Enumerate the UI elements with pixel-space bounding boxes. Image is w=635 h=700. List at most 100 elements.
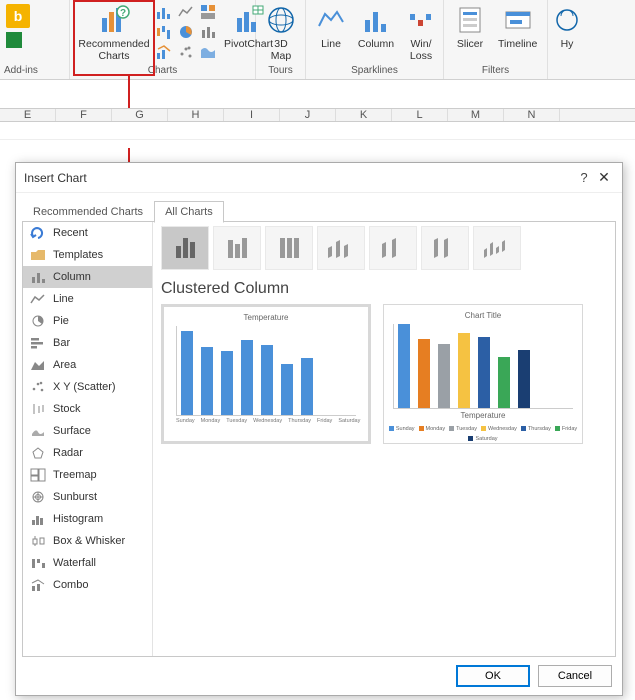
column-header[interactable]: H — [168, 109, 224, 121]
chart-category-waterfall[interactable]: Waterfall — [23, 552, 152, 574]
people-graph-icon[interactable] — [6, 32, 22, 48]
column-header[interactable]: I — [224, 109, 280, 121]
chart-preview-plot — [176, 326, 356, 416]
slicer-button[interactable]: Slicer — [448, 2, 492, 52]
subtype-stacked-column[interactable] — [213, 226, 261, 270]
statistic-dropdown-icon[interactable] — [200, 24, 216, 40]
ribbon-group-links: Hy — [548, 0, 586, 79]
line-chart-dropdown-icon[interactable] — [178, 4, 194, 20]
waterfall-icon — [29, 556, 47, 570]
column-header[interactable]: L — [392, 109, 448, 121]
column-chart-dropdown-icon[interactable] — [156, 4, 172, 20]
chart-category-line[interactable]: Line — [23, 288, 152, 310]
chart-preview-1[interactable]: TemperatureSundayMondayTuesdayWednesdayT… — [161, 304, 371, 444]
hierarchy-dropdown-icon[interactable] — [200, 4, 216, 20]
chart-bar — [398, 324, 410, 408]
chart-bar — [478, 337, 490, 407]
dialog-help-button[interactable]: ? — [574, 170, 594, 185]
chart-category-box[interactable]: Box & Whisker — [23, 530, 152, 552]
waterfall-dropdown-icon[interactable] — [156, 24, 172, 40]
chart-bar — [301, 358, 313, 415]
chart-category-label: Column — [53, 271, 91, 283]
chart-category-label: Bar — [53, 337, 70, 349]
histogram-icon — [29, 512, 47, 526]
pie-dropdown-icon[interactable] — [178, 24, 194, 40]
chart-subtype-row — [161, 226, 607, 270]
chart-category-label: Histogram — [53, 513, 103, 525]
chart-category-label: Templates — [53, 249, 103, 261]
subtype-3d-clustered-column[interactable] — [317, 226, 365, 270]
chart-category-histogram[interactable]: Histogram — [23, 508, 152, 530]
area-icon — [29, 358, 47, 372]
tab-all-charts[interactable]: All Charts — [154, 201, 224, 223]
radar-icon — [29, 446, 47, 460]
sparkline-column-button[interactable]: Column — [352, 2, 400, 64]
chart-preview-legend: SundayMondayTuesdayWednesdayThursdayFrid… — [388, 426, 578, 442]
recommended-charts-button[interactable]: ? Recommended Charts — [74, 2, 154, 64]
combo-dropdown-icon[interactable] — [156, 44, 172, 60]
chart-category-scatter[interactable]: X Y (Scatter) — [23, 376, 152, 398]
column-header[interactable]: N — [504, 109, 560, 121]
subtype-3d-100-stacked-column[interactable] — [421, 226, 469, 270]
chart-preview-xlabel: Temperature — [461, 411, 506, 420]
scatter-dropdown-icon[interactable] — [178, 44, 194, 60]
chart-category-pie[interactable]: Pie — [23, 310, 152, 332]
3d-map-button[interactable]: 3D Map — [260, 2, 302, 64]
bing-icon[interactable]: b — [6, 4, 30, 28]
chart-category-label: Recent — [53, 227, 88, 239]
tab-recommended-charts[interactable]: Recommended Charts — [22, 201, 154, 223]
chart-category-stock[interactable]: Stock — [23, 398, 152, 420]
column-header[interactable]: F — [56, 109, 112, 121]
sparkline-winloss-icon — [405, 4, 437, 36]
ribbon-tours-label: Tours — [260, 65, 301, 77]
chart-bar — [241, 340, 253, 415]
chart-bar — [418, 339, 430, 407]
hyperlink-button[interactable]: Hy — [552, 2, 582, 52]
3d-map-label: 3D Map — [271, 38, 291, 62]
column-headers: EFGHIJKLMN — [0, 109, 635, 122]
cancel-button[interactable]: Cancel — [538, 665, 612, 687]
chart-bar — [201, 347, 213, 415]
chart-category-treemap[interactable]: Treemap — [23, 464, 152, 486]
column-header[interactable]: K — [336, 109, 392, 121]
subtype-100-stacked-column[interactable] — [265, 226, 313, 270]
dialog-title: Insert Chart — [24, 171, 574, 185]
column-header[interactable]: M — [448, 109, 504, 121]
chart-preview-2[interactable]: Chart TitleTemperatureSundayMondayTuesda… — [383, 304, 583, 444]
dialog-title-bar[interactable]: Insert Chart ? ✕ — [16, 163, 622, 193]
ok-button[interactable]: OK — [456, 665, 530, 687]
subtype-clustered-column[interactable] — [161, 226, 209, 270]
subtype-3d-column[interactable] — [473, 226, 521, 270]
column-header[interactable]: J — [280, 109, 336, 121]
globe-icon — [265, 4, 297, 36]
recommended-charts-label: Recommended Charts — [78, 38, 149, 62]
chart-preview-categories: SundayMondayTuesdayWednesdayThursdayFrid… — [176, 418, 356, 424]
chart-category-radar[interactable]: Radar — [23, 442, 152, 464]
dialog-close-button[interactable]: ✕ — [594, 169, 614, 186]
sparkline-winloss-button[interactable]: Win/ Loss — [400, 2, 442, 64]
chart-bar — [221, 351, 233, 415]
chart-category-bar[interactable]: Bar — [23, 332, 152, 354]
chart-category-surface[interactable]: Surface — [23, 420, 152, 442]
chart-category-area[interactable]: Area — [23, 354, 152, 376]
chart-category-templates[interactable]: Templates — [23, 244, 152, 266]
hyperlink-label: Hy — [561, 38, 574, 50]
sparkline-line-button[interactable]: Line — [310, 2, 352, 64]
hyperlink-icon — [551, 4, 583, 36]
chart-bar — [498, 357, 510, 408]
svg-text:?: ? — [120, 8, 126, 19]
chart-category-recent[interactable]: Recent — [23, 222, 152, 244]
spreadsheet-area[interactable]: EFGHIJKLMN — [0, 108, 635, 148]
chart-bar — [438, 344, 450, 408]
ribbon-group-filters: Slicer Timeline Filters — [444, 0, 548, 79]
surface-dropdown-icon[interactable] — [200, 44, 216, 60]
ribbon-group-sparklines: Line Column Win/ Loss Sparklines — [306, 0, 444, 79]
chart-category-combo[interactable]: Combo — [23, 574, 152, 596]
chart-category-sunburst[interactable]: Sunburst — [23, 486, 152, 508]
timeline-button[interactable]: Timeline — [492, 2, 543, 52]
column-header[interactable]: G — [112, 109, 168, 121]
ribbon-filters-label: Filters — [448, 65, 543, 77]
subtype-3d-stacked-column[interactable] — [369, 226, 417, 270]
column-header[interactable]: E — [0, 109, 56, 121]
chart-category-column[interactable]: Column — [23, 266, 152, 288]
